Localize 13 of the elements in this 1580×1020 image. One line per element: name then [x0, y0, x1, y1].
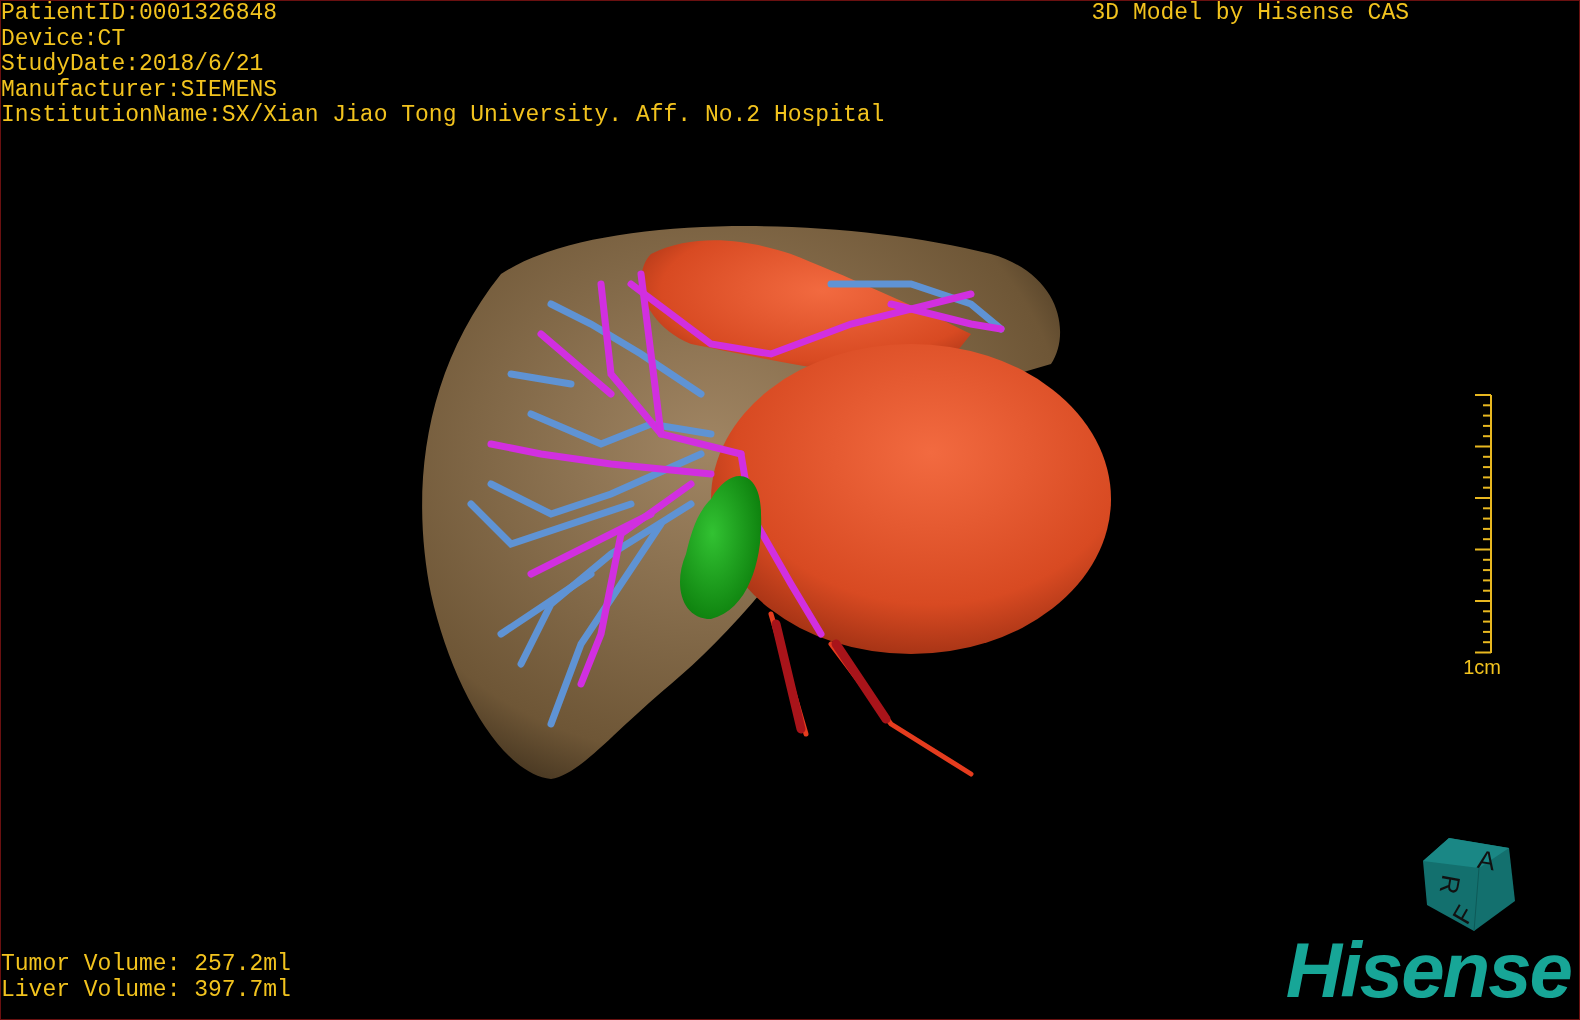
study-info-text: InstitutionName:SX/Xian Jiao Tong University. Aff. No.2 Hospital [1, 103, 885, 129]
volume-text: Tumor Volume: 257.2ml [1, 952, 291, 978]
volume-text: Liver Volume: 397.7ml [1, 977, 291, 1003]
model-caption: 3D Model by Hisense CAS [1091, 1, 1409, 27]
scale-label: 1cm [1463, 655, 1501, 679]
study-info-text: StudyDate:2018/6/21 [1, 52, 265, 78]
cube-face-letter: R [1433, 872, 1467, 897]
brand-logo: Hisense [1285, 937, 1571, 1003]
cube-face-letter: A [1475, 843, 1498, 877]
cube-face-letter: F [1446, 900, 1481, 929]
study-info-text: Device:CT [1, 26, 127, 52]
study-info-text: PatientID:0001326848 [1, 1, 279, 27]
study-info-text: Manufacturer:SIEMENS [1, 77, 279, 103]
